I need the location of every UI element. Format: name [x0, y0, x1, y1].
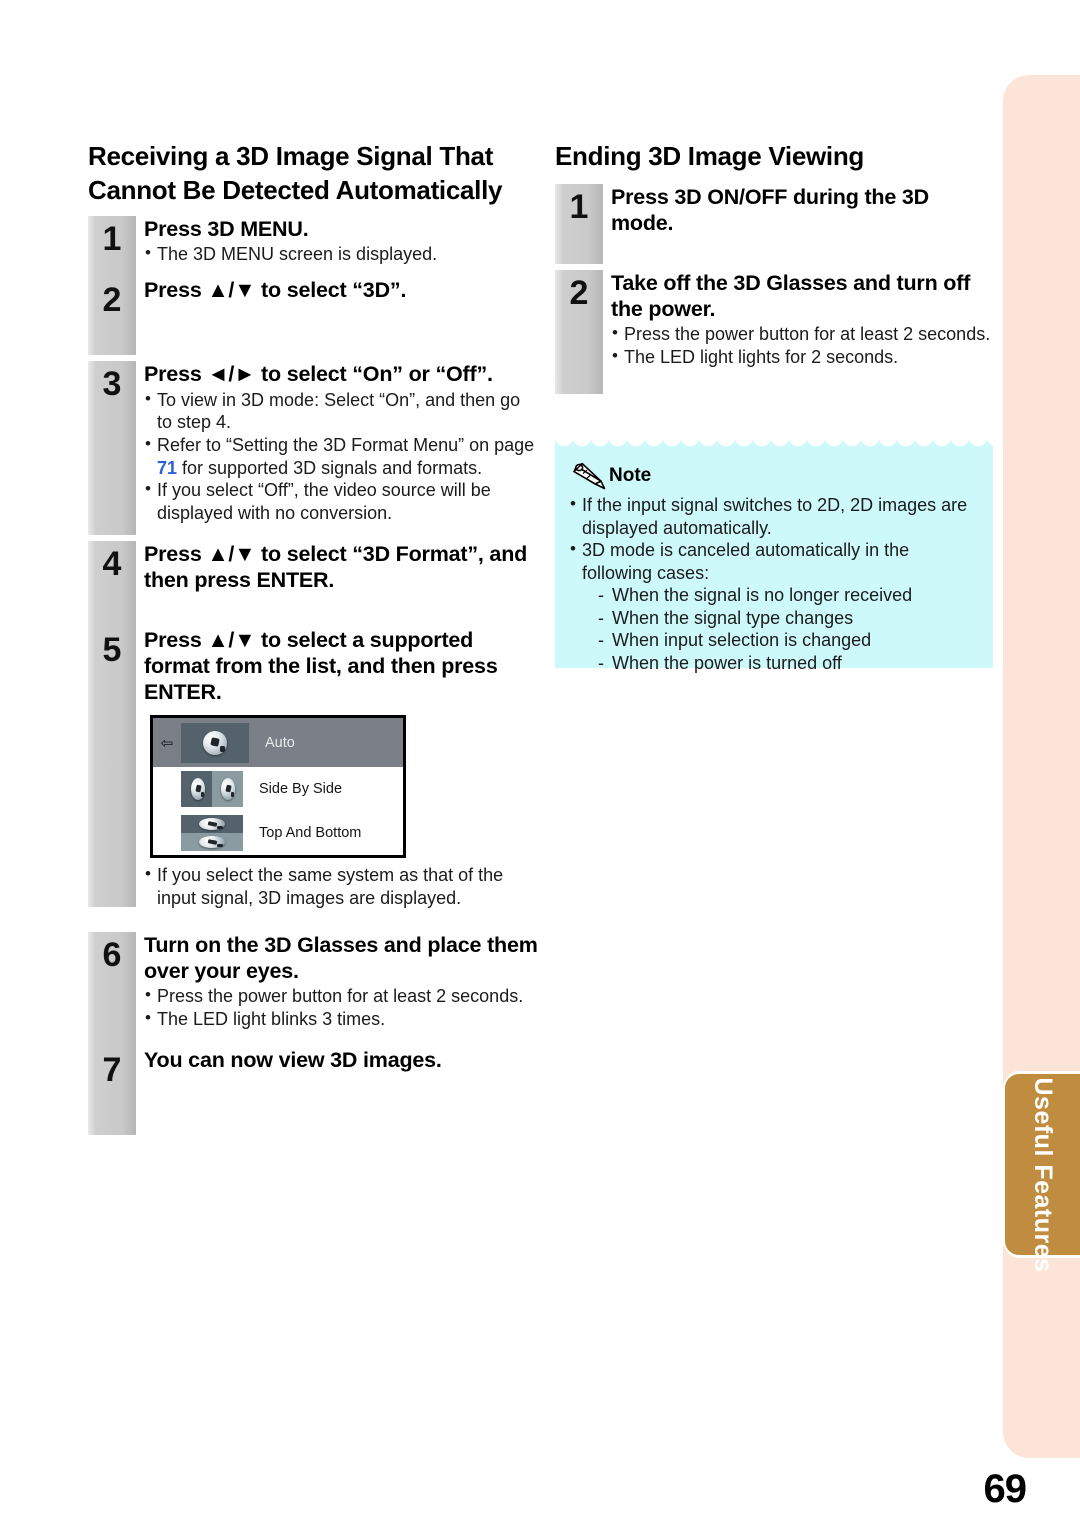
- side-tab-useful-features[interactable]: Useful Features: [1005, 1074, 1080, 1273]
- soccer-ball-thumbnail-auto: [181, 722, 249, 763]
- step-6-badge: 6: [88, 931, 140, 1056]
- step-3-title: Press ◄/► to select “On” or “Off”.: [144, 362, 493, 387]
- ending-step-2-title: Take off the 3D Glasses and turn off the…: [611, 270, 971, 322]
- osd-row-top-and-bottom[interactable]: Top And Bottom: [153, 811, 403, 856]
- ending-step-1-title: Press 3D ON/OFF during the 3D mode.: [611, 184, 929, 236]
- bullet: To view in 3D mode: Select “On”, and the…: [144, 388, 540, 434]
- bullet: The LED light lights for 2 seconds.: [611, 345, 995, 369]
- soccer-ball-thumbnail-top-and-bottom: [181, 815, 243, 852]
- right-column: Ending 3D Image Viewing 1 Press 3D ON/OF…: [555, 140, 995, 394]
- soccer-ball-thumbnail-side-by-side: [181, 771, 243, 808]
- step-1-number: 1: [102, 219, 122, 258]
- osd-label-top-and-bottom: Top And Bottom: [259, 825, 362, 842]
- step-2-number: 2: [102, 281, 122, 320]
- osd-label-auto: Auto: [265, 734, 295, 751]
- osd-3d-format-menu[interactable]: ⇦ Auto Side By Side Top And Bottom: [150, 715, 406, 859]
- step-5-number: 5: [102, 630, 122, 669]
- note-sub-items: When the signal is no longer received Wh…: [582, 584, 979, 675]
- ending-step-2: 2 Take off the 3D Glasses and turn off t…: [555, 269, 995, 394]
- bullet: 3D mode is canceled automatically in the…: [569, 538, 979, 675]
- bullet-text-post: for supported 3D signals and formats.: [177, 457, 483, 478]
- step-4-badge: 4: [88, 540, 140, 627]
- step-3-badge: 3: [88, 361, 140, 536]
- sub-item: When the signal is no longer received: [596, 584, 979, 607]
- bullet: Press the power button for at least 2 se…: [611, 322, 995, 346]
- osd-cursor-icon: ⇦: [160, 734, 174, 752]
- step-3-number: 3: [102, 365, 122, 404]
- step-6: 6 Turn on the 3D Glasses and place them …: [88, 931, 540, 1056]
- step-3-bullets: To view in 3D mode: Select “On”, and the…: [144, 388, 540, 525]
- bullet-with-page-link: Refer to “Setting the 3D Format Menu” on…: [144, 433, 540, 479]
- side-tab-label: Useful Features: [1028, 1077, 1057, 1273]
- right-section-heading: Ending 3D Image Viewing: [555, 141, 865, 171]
- note-box: Note If the input signal switches to 2D,…: [555, 437, 993, 674]
- bullet: If the input signal switches to 2D, 2D i…: [569, 493, 979, 539]
- page-number: 69: [983, 1467, 1028, 1511]
- step-5: 5 Press ▲/▼ to select a supported format…: [88, 626, 540, 910]
- step-7-number: 7: [102, 1050, 122, 1089]
- step-7-badge: 7: [88, 1046, 140, 1135]
- step-4-title: Press ▲/▼ to select “3D Format”, and the…: [144, 541, 528, 592]
- sub-item: When input selection is changed: [596, 629, 979, 652]
- step-2: 2 Press ▲/▼ to select “3D”.: [88, 277, 540, 356]
- step-7: 7 You can now view 3D images.: [88, 1046, 540, 1135]
- ending-step-1-number: 1: [569, 187, 589, 226]
- ending-step-1-badge: 1: [555, 183, 607, 264]
- osd-row-auto[interactable]: ⇦ Auto: [153, 718, 403, 768]
- osd-label-side-by-side: Side By Side: [259, 781, 343, 798]
- note-scalloped-edge: [555, 437, 993, 448]
- bullet: Press the power button for at least 2 se…: [144, 984, 540, 1008]
- ending-step-2-bullets: Press the power button for at least 2 se…: [611, 322, 995, 369]
- left-column: Receiving a 3D Image Signal That Cannot …: [88, 140, 540, 1135]
- step-7-title: You can now view 3D images.: [144, 1047, 442, 1072]
- sub-item: When the power is turned off: [596, 652, 979, 675]
- bullet: If you select the same system as that of…: [144, 863, 540, 909]
- ending-step-2-badge: 2: [555, 269, 607, 394]
- bullet-text: 3D mode is canceled automatically in the…: [582, 540, 910, 583]
- step-5-bullets: If you select the same system as that of…: [144, 863, 540, 909]
- step-6-number: 6: [102, 935, 122, 974]
- sub-item: When the signal type changes: [596, 607, 979, 630]
- step-1-bullets: The 3D MENU screen is displayed.: [144, 242, 540, 266]
- bullet: The LED light blinks 3 times.: [144, 1007, 540, 1031]
- step-2-title: Press ▲/▼ to select “3D”.: [144, 278, 407, 303]
- step-6-bullets: Press the power button for at least 2 se…: [144, 984, 540, 1031]
- pencil-icon: [573, 462, 606, 490]
- step-1: 1 Press 3D MENU. The 3D MENU screen is d…: [88, 215, 540, 306]
- note-title: Note: [609, 465, 652, 486]
- step-5-title: Press ▲/▼ to select a supported format f…: [144, 627, 498, 705]
- step-4-number: 4: [102, 544, 122, 583]
- step-3: 3 Press ◄/► to select “On” or “Off”. To …: [88, 361, 540, 536]
- note-bullets: If the input signal switches to 2D, 2D i…: [569, 493, 979, 675]
- step-6-title: Turn on the 3D Glasses and place them ov…: [144, 932, 538, 983]
- ending-step-2-number: 2: [569, 273, 589, 312]
- page-link-71[interactable]: 71: [157, 458, 177, 478]
- bullet: If you select “Off”, the video source wi…: [144, 478, 540, 524]
- step-1-title: Press 3D MENU.: [144, 216, 309, 241]
- osd-row-side-by-side[interactable]: Side By Side: [153, 767, 403, 812]
- step-2-badge: 2: [88, 277, 140, 356]
- step-4: 4 Press ▲/▼ to select “3D Format”, and t…: [88, 540, 540, 627]
- note-header: Note: [573, 461, 979, 491]
- left-section-heading: Receiving a 3D Image Signal That Cannot …: [88, 141, 503, 205]
- step-5-badge: 5: [88, 626, 140, 907]
- ending-step-1: 1 Press 3D ON/OFF during the 3D mode.: [555, 183, 995, 268]
- bullet-text-pre: Refer to “Setting the 3D Format Menu” on…: [157, 435, 535, 456]
- bullet: The 3D MENU screen is displayed.: [144, 242, 540, 266]
